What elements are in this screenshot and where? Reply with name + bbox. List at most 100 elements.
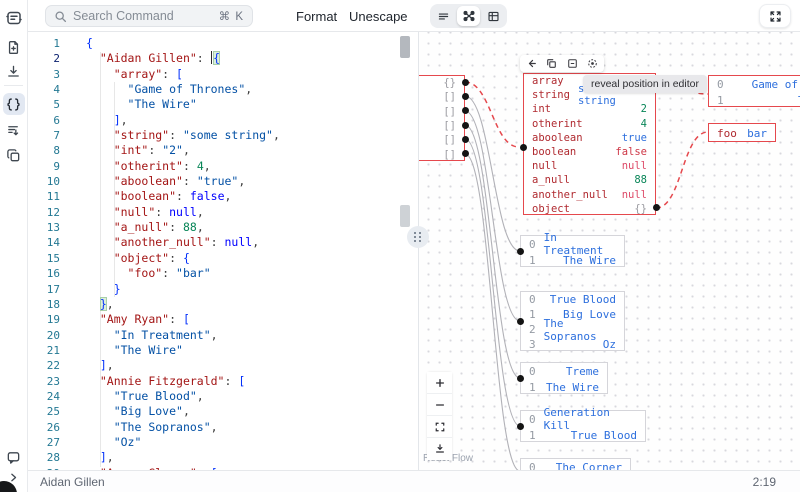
code-text: "The Wire" (86, 343, 183, 358)
sort-icon[interactable] (3, 119, 25, 141)
lock-interactivity-button[interactable] (427, 438, 452, 460)
line-number: 5 (28, 97, 60, 112)
node-handle[interactable] (520, 144, 527, 151)
feedback-icon[interactable] (3, 446, 25, 468)
code-line[interactable]: 7 "string": "some string", (28, 128, 280, 143)
format-button[interactable]: Format (296, 0, 337, 32)
alice-farmer-node[interactable]: 0The Corner (520, 458, 631, 470)
fit-view-button[interactable] (427, 416, 452, 438)
code-line[interactable]: 13 "a_null": 88, (28, 220, 280, 235)
code-line[interactable]: 18 }, (28, 297, 280, 312)
code-line[interactable]: 24 "True Blood", (28, 389, 280, 404)
node-handle[interactable] (653, 204, 660, 211)
row-value: {} (435, 77, 456, 89)
line-number: 4 (28, 82, 60, 97)
code-line[interactable]: 16 "foo": "bar" (28, 266, 280, 281)
node-handle[interactable] (517, 375, 524, 382)
text-view-icon (437, 10, 450, 23)
node-handle[interactable] (462, 136, 469, 143)
node-handle[interactable] (517, 248, 524, 255)
row-value: false (607, 146, 647, 158)
zoom-out-button[interactable] (427, 394, 452, 416)
row-value: [] (435, 149, 456, 161)
row-key: foo (717, 127, 737, 140)
code-text: }, (86, 297, 114, 312)
node-handle[interactable] (462, 150, 469, 157)
text-view-button[interactable] (432, 6, 455, 26)
code-line[interactable]: 1{ (28, 36, 280, 51)
node-row: a_null88 (524, 173, 655, 187)
code-line[interactable]: 22 ], (28, 358, 280, 373)
edge (465, 111, 520, 321)
graph-panel[interactable]: React Flow {}[][][]rd[][]arraystringsome… (419, 32, 800, 470)
node-handle[interactable] (462, 93, 469, 100)
json-editor[interactable]: 1{2 "Aidan Gillen": {3 "array": [4 "Game… (28, 32, 418, 470)
row-index: 1 (529, 429, 536, 442)
zoom-in-button[interactable] (427, 372, 452, 394)
download-icon[interactable] (3, 60, 25, 82)
code-line[interactable]: 11 "boolean": false, (28, 189, 280, 204)
code-line[interactable]: 5 "The Wire" (28, 97, 280, 112)
row-value: True Blood (563, 429, 637, 442)
amy-ryan-node[interactable]: 0In Treatment1The Wire (520, 235, 625, 267)
code-line[interactable]: 23 "Annie Fitzgerald": [ (28, 374, 280, 389)
root-node[interactable]: {}[][][]rd[][] (419, 75, 465, 161)
code-line[interactable]: 10 "aboolean": "true", (28, 174, 280, 189)
code-text: "True Blood", (86, 389, 204, 404)
node-handle[interactable] (517, 318, 524, 325)
sidebar (0, 0, 28, 492)
back-icon[interactable] (526, 58, 537, 69)
code-line[interactable]: 20 "In Treatment", (28, 328, 280, 343)
row-value: [] (435, 106, 456, 118)
node-handle[interactable] (517, 423, 524, 430)
code-line[interactable]: 19 "Amy Ryan": [ (28, 312, 280, 327)
code-line[interactable]: 27 "Oz" (28, 435, 280, 450)
code-line[interactable]: 8 "int": "2", (28, 143, 280, 158)
aidan-gillen-node[interactable]: arraystringsome stringint2otherint4abool… (523, 73, 656, 215)
code-line[interactable]: 9 "otherint": 4, (28, 159, 280, 174)
editor-scrollbar-thumb[interactable] (400, 36, 410, 58)
row-index: 1 (529, 308, 536, 321)
fullscreen-button[interactable] (759, 4, 791, 28)
focus-node-icon[interactable] (587, 58, 598, 69)
panel-divider (418, 32, 419, 470)
code-line[interactable]: 21 "The Wire" (28, 343, 280, 358)
anwan-glover-node[interactable]: 0Treme1The Wire (520, 362, 608, 394)
code-line[interactable]: 3 "array": [ (28, 67, 280, 82)
collapse-node-icon[interactable] (567, 58, 578, 69)
json-editor-icon[interactable] (3, 93, 25, 115)
code-line[interactable]: 26 "The Sopranos", (28, 420, 280, 435)
node-row: another_nullnull (524, 188, 655, 202)
new-file-icon[interactable] (3, 36, 25, 58)
foo-bar-node[interactable]: foobar (708, 123, 776, 142)
code-line[interactable]: 14 "another_null": null, (28, 235, 280, 250)
search-command-input[interactable]: Search Command ⌘ K (45, 5, 253, 27)
row-index: 1 (529, 381, 536, 394)
clone-icon[interactable] (3, 144, 25, 166)
node-handle[interactable] (462, 79, 469, 86)
code-line[interactable]: 4 "Game of Thrones", (28, 82, 280, 97)
code-line[interactable]: 17 } (28, 282, 280, 297)
node-row: 0Generation Kill (521, 411, 645, 427)
node-handle[interactable] (462, 122, 469, 129)
alexander-skarsgard-node[interactable]: 0Generation Kill 1 True Blood (520, 410, 646, 442)
row-key: null (532, 160, 557, 172)
node-handle[interactable] (462, 107, 469, 114)
node-row: 0Treme (521, 363, 607, 379)
duplicate-icon[interactable] (546, 58, 557, 69)
code-line[interactable]: 15 "object": { (28, 251, 280, 266)
graph-view-button[interactable] (457, 6, 480, 26)
code-line[interactable]: 28 ], (28, 450, 280, 465)
line-number: 11 (28, 189, 60, 204)
array-items-node[interactable]: 0Game of Thrones1The Wire (708, 75, 800, 107)
code-line[interactable]: 25 "Big Love", (28, 404, 280, 419)
table-view-button[interactable] (482, 6, 505, 26)
app-logo-icon[interactable] (3, 7, 25, 29)
annie-fitzgerald-node[interactable]: 0True Blood1Big Love2The Sopranos3Oz (520, 291, 625, 351)
unescape-button[interactable]: Unescape (349, 0, 408, 32)
code-line[interactable]: 6 ], (28, 113, 280, 128)
panel-drag-handle[interactable] (407, 226, 429, 248)
row-value: true (614, 132, 647, 144)
code-line[interactable]: 2 "Aidan Gillen": { (28, 51, 280, 66)
code-line[interactable]: 12 "null": null, (28, 205, 280, 220)
